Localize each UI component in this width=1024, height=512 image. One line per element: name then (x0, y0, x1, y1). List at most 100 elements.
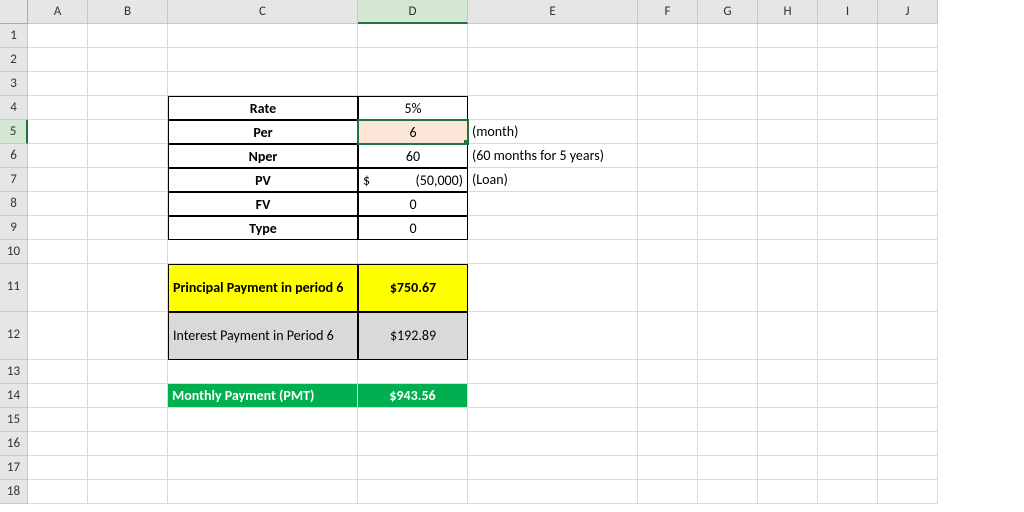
cell-H8[interactable] (758, 192, 818, 216)
cell-D17[interactable] (358, 456, 468, 480)
spreadsheet-grid[interactable]: A B C D E F G H I J 1 2 3 4 Rate 5% (0, 0, 1024, 504)
cell-A13[interactable] (28, 360, 88, 384)
row-header-7[interactable]: 7 (0, 168, 28, 192)
cell-D11-principal-value[interactable]: $750.67 (358, 264, 468, 312)
row-header-12[interactable]: 12 (0, 312, 28, 360)
row-header-10[interactable]: 10 (0, 240, 28, 264)
cell-J4[interactable] (878, 96, 938, 120)
cell-I11[interactable] (818, 264, 878, 312)
cell-B4[interactable] (88, 96, 168, 120)
cell-H1[interactable] (758, 24, 818, 48)
cell-J11[interactable] (878, 264, 938, 312)
cell-J5[interactable] (878, 120, 938, 144)
cell-E7-pv-note[interactable]: (Loan) (468, 168, 638, 192)
cell-D7-pv-value[interactable]: $ (50,000) (358, 168, 468, 192)
cell-D3[interactable] (358, 72, 468, 96)
cell-A17[interactable] (28, 456, 88, 480)
cell-I13[interactable] (818, 360, 878, 384)
cell-E16[interactable] (468, 432, 638, 456)
row-header-11[interactable]: 11 (0, 264, 28, 312)
row-header-18[interactable]: 18 (0, 480, 28, 504)
cell-F13[interactable] (638, 360, 698, 384)
cell-D14-pmt-value[interactable]: $943.56 (358, 384, 468, 408)
cell-F11[interactable] (638, 264, 698, 312)
cell-B13[interactable] (88, 360, 168, 384)
cell-J2[interactable] (878, 48, 938, 72)
cell-G2[interactable] (698, 48, 758, 72)
cell-J13[interactable] (878, 360, 938, 384)
cell-B3[interactable] (88, 72, 168, 96)
col-header-H[interactable]: H (758, 0, 818, 24)
cell-H4[interactable] (758, 96, 818, 120)
cell-A11[interactable] (28, 264, 88, 312)
cell-A18[interactable] (28, 480, 88, 504)
cell-B1[interactable] (88, 24, 168, 48)
cell-F3[interactable] (638, 72, 698, 96)
cell-I5[interactable] (818, 120, 878, 144)
cell-E15[interactable] (468, 408, 638, 432)
cell-B10[interactable] (88, 240, 168, 264)
cell-C18[interactable] (168, 480, 358, 504)
cell-C15[interactable] (168, 408, 358, 432)
cell-G11[interactable] (698, 264, 758, 312)
cell-A3[interactable] (28, 72, 88, 96)
cell-C12-interest-label[interactable]: Interest Payment in Period 6 (168, 312, 358, 360)
cell-B8[interactable] (88, 192, 168, 216)
cell-F18[interactable] (638, 480, 698, 504)
col-header-E[interactable]: E (468, 0, 638, 24)
cell-J7[interactable] (878, 168, 938, 192)
cell-C1[interactable] (168, 24, 358, 48)
cell-A15[interactable] (28, 408, 88, 432)
cell-F16[interactable] (638, 432, 698, 456)
col-header-G[interactable]: G (698, 0, 758, 24)
col-header-A[interactable]: A (28, 0, 88, 24)
cell-G13[interactable] (698, 360, 758, 384)
cell-B14[interactable] (88, 384, 168, 408)
cell-C7-pv-label[interactable]: PV (168, 168, 358, 192)
cell-G3[interactable] (698, 72, 758, 96)
cell-G8[interactable] (698, 192, 758, 216)
cell-I9[interactable] (818, 216, 878, 240)
row-header-4[interactable]: 4 (0, 96, 28, 120)
col-header-F[interactable]: F (638, 0, 698, 24)
cell-I8[interactable] (818, 192, 878, 216)
cell-F4[interactable] (638, 96, 698, 120)
cell-H18[interactable] (758, 480, 818, 504)
cell-G9[interactable] (698, 216, 758, 240)
cell-J1[interactable] (878, 24, 938, 48)
cell-C16[interactable] (168, 432, 358, 456)
cell-G5[interactable] (698, 120, 758, 144)
cell-A5[interactable] (28, 120, 88, 144)
row-header-2[interactable]: 2 (0, 48, 28, 72)
cell-G4[interactable] (698, 96, 758, 120)
cell-E6-nper-note[interactable]: (60 months for 5 years) (468, 144, 638, 168)
cell-F9[interactable] (638, 216, 698, 240)
cell-H10[interactable] (758, 240, 818, 264)
cell-I18[interactable] (818, 480, 878, 504)
cell-J10[interactable] (878, 240, 938, 264)
cell-I10[interactable] (818, 240, 878, 264)
cell-I2[interactable] (818, 48, 878, 72)
cell-H7[interactable] (758, 168, 818, 192)
cell-B6[interactable] (88, 144, 168, 168)
cell-E13[interactable] (468, 360, 638, 384)
cell-E17[interactable] (468, 456, 638, 480)
cell-E3[interactable] (468, 72, 638, 96)
cell-G14[interactable] (698, 384, 758, 408)
cell-E10[interactable] (468, 240, 638, 264)
cell-J14[interactable] (878, 384, 938, 408)
cell-G10[interactable] (698, 240, 758, 264)
row-header-13[interactable]: 13 (0, 360, 28, 384)
row-header-17[interactable]: 17 (0, 456, 28, 480)
row-header-14[interactable]: 14 (0, 384, 28, 408)
cell-A7[interactable] (28, 168, 88, 192)
row-header-3[interactable]: 3 (0, 72, 28, 96)
cell-C14-pmt-label[interactable]: Monthly Payment (PMT) (168, 384, 358, 408)
cell-G7[interactable] (698, 168, 758, 192)
cell-F2[interactable] (638, 48, 698, 72)
cell-D2[interactable] (358, 48, 468, 72)
cell-I3[interactable] (818, 72, 878, 96)
row-header-1[interactable]: 1 (0, 24, 28, 48)
cell-A6[interactable] (28, 144, 88, 168)
cell-D4-rate-value[interactable]: 5% (358, 96, 468, 120)
